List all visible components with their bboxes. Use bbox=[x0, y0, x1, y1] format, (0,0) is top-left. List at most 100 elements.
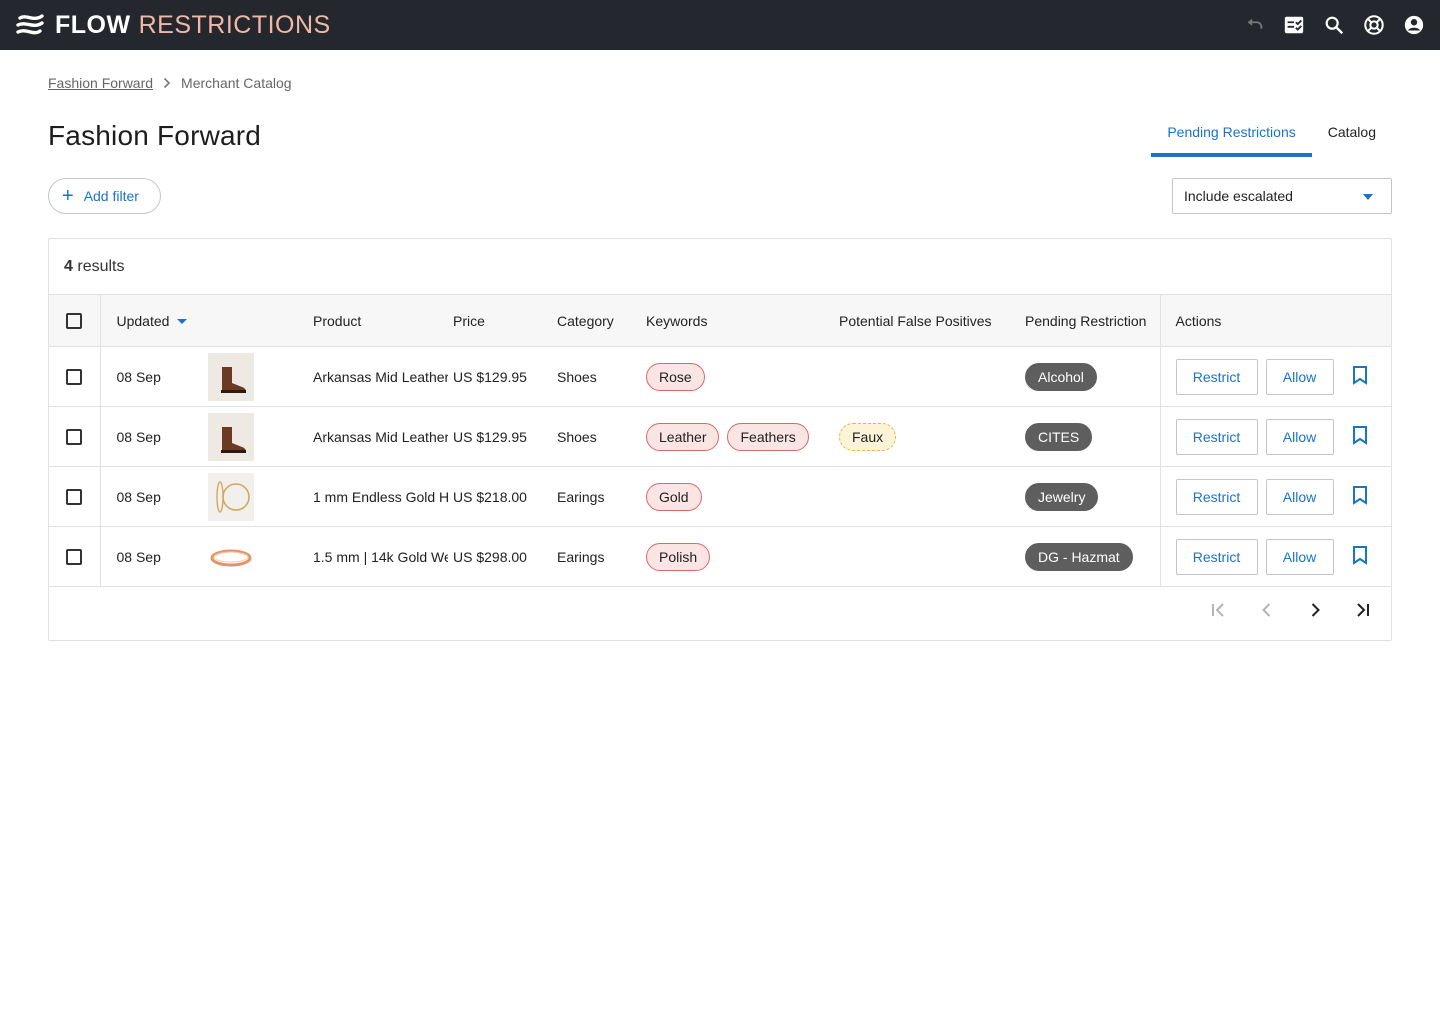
bookmark-icon[interactable] bbox=[1352, 545, 1368, 568]
next-page-icon[interactable] bbox=[1303, 598, 1327, 622]
false-positives-cell bbox=[834, 526, 1020, 587]
allow-button[interactable]: Allow bbox=[1265, 418, 1334, 455]
false-positives-cell bbox=[834, 346, 1020, 407]
gold-hoop-earrings-image bbox=[208, 472, 254, 521]
table-row: 08 Sep 1 mm Endless Gold Hoops US $218.0… bbox=[49, 466, 1391, 527]
header-actions: Actions bbox=[1159, 294, 1391, 347]
last-page-icon[interactable] bbox=[1351, 598, 1375, 622]
product-image-cell bbox=[208, 466, 305, 527]
top-app-bar: FLOW RESTRICTIONS bbox=[0, 0, 1440, 50]
keyword-chip: Polish bbox=[646, 542, 711, 571]
price-cell: US $129.95 bbox=[448, 346, 552, 407]
pending-restriction-cell: Alcohol bbox=[1020, 346, 1160, 407]
updated-cell: 08 Sep bbox=[100, 466, 208, 527]
add-filter-label: Add filter bbox=[83, 188, 139, 204]
price-cell: US $298.00 bbox=[448, 526, 552, 587]
app-title: FLOW RESTRICTIONS bbox=[55, 11, 331, 39]
header-updated[interactable]: Updated bbox=[100, 294, 208, 347]
brand-secondary: RESTRICTIONS bbox=[138, 11, 331, 39]
row-checkbox[interactable] bbox=[66, 369, 83, 386]
product-image-cell bbox=[208, 526, 305, 587]
bookmark-icon[interactable] bbox=[1352, 485, 1368, 508]
product-name-cell: 1 mm Endless Gold Hoops bbox=[305, 466, 448, 527]
allow-button[interactable]: Allow bbox=[1265, 358, 1334, 395]
brand-primary: FLOW bbox=[55, 11, 131, 39]
restriction-chip: CITES bbox=[1025, 422, 1093, 451]
keywords-cell: Leather Feathers bbox=[641, 406, 834, 467]
updated-cell: 08 Sep bbox=[100, 406, 208, 467]
first-page-icon[interactable] bbox=[1207, 598, 1231, 622]
results-number: 4 bbox=[64, 258, 73, 275]
restrict-button[interactable]: Restrict bbox=[1175, 418, 1258, 455]
actions-cell: Restrict Allow bbox=[1159, 346, 1391, 407]
false-positives-cell: Faux bbox=[834, 406, 1020, 467]
restriction-chip: Jewelry bbox=[1025, 482, 1099, 511]
restrict-button[interactable]: Restrict bbox=[1175, 538, 1258, 575]
account-icon[interactable] bbox=[1402, 13, 1426, 37]
allow-button[interactable]: Allow bbox=[1265, 478, 1334, 515]
escalation-select-value: Include escalated bbox=[1184, 188, 1293, 204]
header-updated-label: Updated bbox=[116, 312, 170, 329]
category-cell: Earings bbox=[552, 526, 641, 587]
bookmark-icon[interactable] bbox=[1352, 365, 1368, 388]
select-all-cell bbox=[49, 294, 101, 347]
header-false-positives: Potential False Positives bbox=[834, 294, 1020, 347]
keyword-chip: Gold bbox=[646, 482, 702, 511]
product-image-cell bbox=[208, 406, 305, 467]
row-checkbox[interactable] bbox=[66, 549, 83, 566]
restrict-button[interactable]: Restrict bbox=[1175, 478, 1258, 515]
row-select-cell bbox=[49, 406, 101, 467]
row-select-cell bbox=[49, 466, 101, 527]
header-product: Product bbox=[305, 294, 448, 347]
header-pending-restriction: Pending Restriction bbox=[1020, 294, 1160, 347]
add-filter-button[interactable]: + Add filter bbox=[48, 178, 161, 214]
breadcrumb-merchant-catalog: Merchant Catalog bbox=[181, 75, 292, 91]
flow-logo-icon[interactable] bbox=[16, 12, 44, 38]
header-keywords: Keywords bbox=[641, 294, 834, 347]
pending-restriction-cell: CITES bbox=[1020, 406, 1160, 467]
bookmark-icon[interactable] bbox=[1352, 425, 1368, 448]
actions-cell: Restrict Allow bbox=[1159, 406, 1391, 467]
search-icon[interactable] bbox=[1322, 13, 1346, 37]
pagination bbox=[1207, 598, 1375, 622]
results-count: 4 results bbox=[64, 258, 124, 276]
keyword-chip: Rose bbox=[646, 362, 705, 391]
header-image bbox=[208, 294, 305, 347]
breadcrumb-fashion-forward[interactable]: Fashion Forward bbox=[48, 75, 153, 91]
row-select-cell bbox=[49, 346, 101, 407]
row-checkbox[interactable] bbox=[66, 489, 83, 506]
product-image-cell bbox=[208, 346, 305, 407]
price-cell: US $129.95 bbox=[448, 406, 552, 467]
price-cell: US $218.00 bbox=[448, 466, 552, 527]
table-row: 08 Sep Arkansas Mid Leather Boot US $129… bbox=[49, 346, 1391, 407]
allow-button[interactable]: Allow bbox=[1265, 538, 1334, 575]
updated-cell: 08 Sep bbox=[100, 526, 208, 587]
brown-boot-image bbox=[208, 412, 254, 461]
undo-icon[interactable] bbox=[1242, 13, 1266, 37]
results-label: results bbox=[77, 258, 125, 275]
sort-desc-icon[interactable] bbox=[177, 319, 188, 325]
product-name-cell: Arkansas Mid Leather Boot bbox=[305, 406, 448, 467]
select-all-checkbox[interactable] bbox=[66, 313, 83, 330]
keywords-cell: Gold bbox=[641, 466, 834, 527]
rose-gold-ring-image bbox=[208, 532, 254, 581]
row-select-cell bbox=[49, 526, 101, 587]
previous-page-icon[interactable] bbox=[1255, 598, 1279, 622]
updated-cell: 08 Sep bbox=[100, 346, 208, 407]
tab-catalog[interactable]: Catalog bbox=[1312, 112, 1392, 157]
header-category: Category bbox=[552, 294, 641, 347]
tab-pending-restrictions[interactable]: Pending Restrictions bbox=[1151, 112, 1313, 157]
dropdown-caret-icon bbox=[1363, 194, 1373, 200]
restrict-button[interactable]: Restrict bbox=[1175, 358, 1258, 395]
escalation-select[interactable]: Include escalated bbox=[1172, 178, 1392, 214]
task-list-icon[interactable] bbox=[1282, 13, 1306, 37]
breadcrumb: Fashion Forward Merchant Catalog bbox=[48, 75, 292, 91]
category-cell: Shoes bbox=[552, 346, 641, 407]
help-icon[interactable] bbox=[1362, 13, 1386, 37]
header-price: Price bbox=[448, 294, 552, 347]
row-checkbox[interactable] bbox=[66, 429, 83, 446]
keyword-chip: Feathers bbox=[727, 422, 809, 451]
top-actions bbox=[1242, 13, 1426, 37]
results-panel: 4 results Updated Product Price Category… bbox=[48, 238, 1392, 641]
chevron-right-icon bbox=[163, 77, 171, 89]
